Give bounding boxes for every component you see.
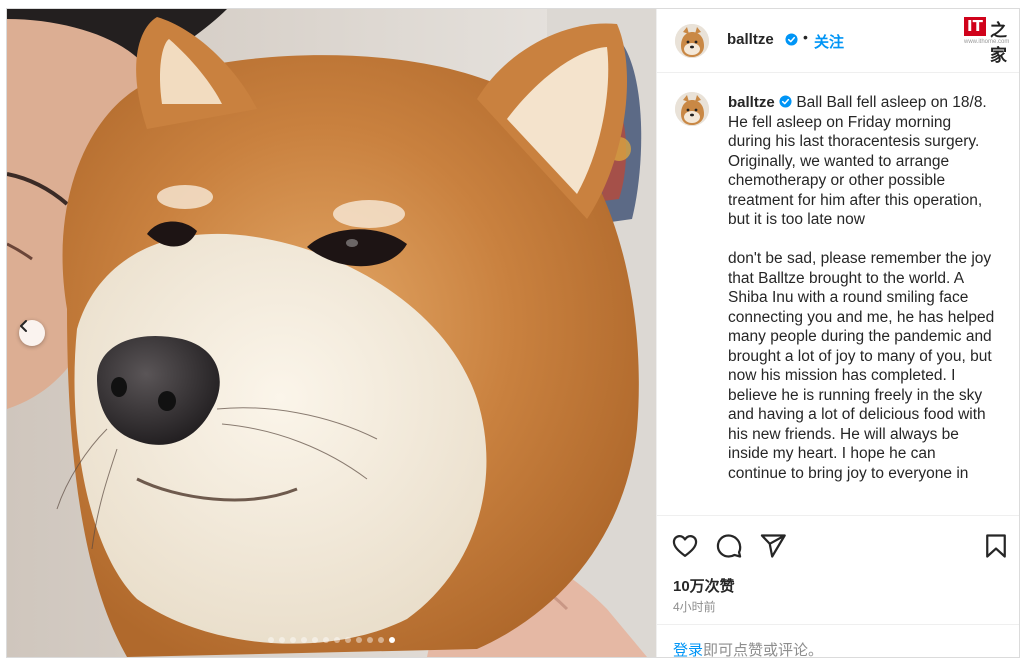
carousel-dot <box>323 637 329 643</box>
login-link[interactable]: 登录 <box>673 642 703 657</box>
caption-section: balltze Ball Ball fell asleep on 18/8. H… <box>657 73 1019 515</box>
carousel-dot <box>301 637 307 643</box>
avatar-image <box>675 24 709 58</box>
post-actions: 10万次赞 4小时前 登录即可点赞或评论。 <box>657 515 1019 658</box>
verified-badge-icon <box>779 95 792 108</box>
paper-plane-icon[interactable] <box>759 532 787 560</box>
carousel-dot <box>312 637 318 643</box>
login-prompt-text: 即可点赞或评论。 <box>703 642 824 658</box>
caption-first-line: Ball Ball fell asleep on 18/8. <box>796 94 987 111</box>
post-caption: balltze Ball Ball fell asleep on 18/8. H… <box>728 93 998 483</box>
carousel-dot <box>268 637 274 643</box>
caption-paragraph-2: don't be sad, please remember the joy th… <box>728 250 995 482</box>
logo-it: IT <box>964 17 986 36</box>
shiba-inu-photo <box>7 9 656 657</box>
carousel-dot <box>356 637 362 643</box>
caption-paragraph-1: He fell asleep on Friday morning during … <box>728 113 983 229</box>
post-header: balltze • 关注 IT 之家 www.ithome.com <box>657 9 1019 73</box>
post-photo[interactable] <box>7 9 656 657</box>
login-prompt: 登录即可点赞或评论。 <box>657 624 1019 658</box>
caption-username[interactable]: balltze <box>728 94 775 111</box>
carousel-dot <box>345 637 351 643</box>
heart-icon[interactable] <box>671 532 699 560</box>
instagram-post: balltze • 关注 IT 之家 www.ithome.com balltz… <box>6 8 1020 658</box>
logo-url: www.ithome.com <box>964 39 1010 45</box>
caption-avatar[interactable] <box>675 92 709 126</box>
post-timestamp[interactable]: 4小时前 <box>673 598 716 615</box>
carousel-dot <box>367 637 373 643</box>
avatar-image <box>675 92 709 126</box>
ithome-watermark-logo: IT 之家 www.ithome.com <box>964 17 1012 65</box>
carousel-prev-button[interactable] <box>19 320 45 346</box>
carousel-dot <box>334 637 340 643</box>
separator-dot: • <box>803 29 808 45</box>
verified-badge-icon <box>785 33 798 46</box>
bookmark-icon[interactable] <box>982 532 1010 560</box>
carousel-indicator <box>7 637 656 643</box>
avatar[interactable] <box>675 24 709 58</box>
carousel-dot <box>279 637 285 643</box>
like-count[interactable]: 10万次赞 <box>673 575 735 596</box>
carousel-dot <box>378 637 384 643</box>
carousel-dot <box>389 637 395 643</box>
follow-button[interactable]: 关注 <box>814 31 844 52</box>
carousel-dot <box>290 637 296 643</box>
comment-icon[interactable] <box>715 532 743 560</box>
chevron-left-icon <box>20 320 27 332</box>
post-sidebar: balltze • 关注 IT 之家 www.ithome.com balltz… <box>656 9 1019 658</box>
username-link[interactable]: balltze <box>727 31 774 48</box>
